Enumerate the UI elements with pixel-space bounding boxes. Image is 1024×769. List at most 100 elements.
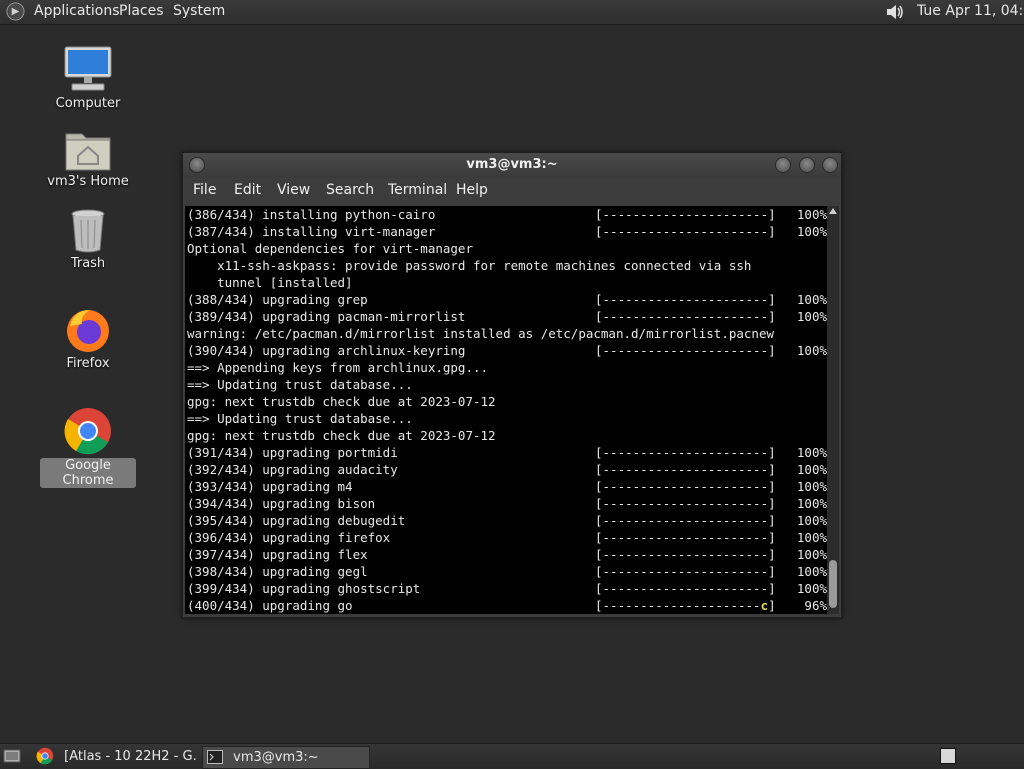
terminal-line: (386/434) installing python-cairo [------… [187,206,827,223]
progress-percent: 100% [796,581,827,596]
terminal-line: (391/434) upgrading portmidi [-----------… [187,444,827,461]
terminal-window[interactable]: vm3@vm3:~ File Edit View Search Terminal… [182,152,842,618]
terminal-line-text: x11-ssh-askpass: provide password for re… [187,258,752,273]
progress-bar-segment: [----------------------] [595,292,776,307]
computer-icon [64,46,112,91]
minimize-button[interactable] [775,157,791,173]
terminal-titlebar[interactable]: vm3@vm3:~ [183,153,841,177]
progress-bar-segment: [----------------------] [595,496,776,511]
progress-bar-segment: [----------------------] [595,309,776,324]
terminal-line-text: (390/434) upgrading archlinux-keyring [187,343,466,358]
menu-places[interactable]: Places [119,3,164,19]
progress-percent: 100% [796,496,827,511]
progress-bar-segment: [--------------------- [595,598,761,613]
terminal-line-text: tunnel [installed] [187,275,353,290]
terminal-line-text: warning: /etc/pacman.d/mirrorlist instal… [187,326,774,341]
terminal-line: (390/434) upgrading archlinux-keyring [--… [187,342,827,359]
terminal-line: (396/434) upgrading firefox [------------… [187,529,827,546]
terminal-lines: (386/434) installing python-cairo [------… [187,206,827,614]
progress-bar-segment: [----------------------] [595,513,776,528]
terminal-line: (389/434) upgrading pacman-mirrorlist [--… [187,308,827,325]
progress-percent: 100% [796,462,827,477]
progress-bar-text: [----------------------] [595,580,776,597]
terminal-line-text: ==> Updating trust database... [187,377,413,392]
desktop-icon-label: Trash [70,256,106,271]
menu-system[interactable]: System [173,3,225,19]
progress-bar-segment: [----------------------] [595,224,776,239]
taskbar-item-terminal[interactable]: vm3@vm3:~ [202,746,370,769]
progress-percent: 100% [796,513,827,528]
terminal-line: (397/434) upgrading flex [---------------… [187,546,827,563]
progress-bar-segment: [----------------------] [595,564,776,579]
desktop-icon-google-chrome[interactable]: Google Chrome [40,406,136,488]
terminal-line-text: (388/434) upgrading grep [187,292,368,307]
menu-search[interactable]: Search [326,182,374,198]
desktop-icon-label: Firefox [66,356,110,371]
desktop-icon-trash[interactable]: Trash [40,208,136,271]
progress-cursor: c [760,598,769,613]
chrome-icon [36,747,54,764]
terminal-output[interactable]: (386/434) installing python-cairo [------… [185,206,827,614]
close-button[interactable] [822,157,838,173]
terminal-line: (392/434) upgrading audacity [-----------… [187,461,827,478]
terminal-line-text: (397/434) upgrading flex [187,547,368,562]
volume-icon[interactable] [884,2,906,22]
firefox-icon [67,310,109,352]
terminal-line: (398/434) upgrading gegl [---------------… [187,563,827,580]
progress-bar-text: [---------------------c] [595,597,776,614]
menu-edit[interactable]: Edit [234,182,261,198]
menu-help[interactable]: Help [456,182,488,198]
progress-bar-text: [----------------------] [595,291,776,308]
progress-bar-segment: [----------------------] [595,530,776,545]
progress-percent: 100% [796,445,827,460]
show-desktop-icon[interactable] [3,748,21,764]
distro-logo-icon[interactable] [6,2,25,21]
progress-bar-text: [----------------------] [595,546,776,563]
desktop-icon-computer[interactable]: Computer [40,44,136,111]
terminal-line-text: (399/434) upgrading ghostscript [187,581,421,596]
terminal-line-text: (400/434) upgrading go [187,598,353,613]
progress-bar-segment: [----------------------] [595,479,776,494]
terminal-line: warning: /etc/pacman.d/mirrorlist instal… [187,325,774,342]
terminal-line-text: (393/434) upgrading m4 [187,479,353,494]
terminal-line: (394/434) upgrading bison [--------------… [187,495,827,512]
menu-view[interactable]: View [277,182,310,198]
scroll-up-arrow-icon[interactable] [829,208,837,214]
window-title: vm3@vm3:~ [466,157,558,172]
terminal-line: (400/434) upgrading go [-----------------… [187,597,827,614]
terminal-line: (399/434) upgrading ghostscript [--------… [187,580,827,597]
terminal-line: (388/434) upgrading grep [---------------… [187,291,827,308]
terminal-line: tunnel [installed] [187,274,774,291]
taskbar-item-label: [Atlas - 10 22H2 - G... [64,749,198,764]
clock[interactable]: Tue Apr 11, 04:23 [917,3,1024,19]
terminal-scrollbar[interactable] [827,206,839,614]
scrollbar-thumb[interactable] [829,560,837,608]
desktop-icon-firefox[interactable]: Firefox [40,306,136,371]
terminal-line: (387/434) installing virt-manager [------… [187,223,827,240]
menu-applications[interactable]: Applications [34,3,120,19]
workspace-switcher[interactable] [940,748,956,764]
terminal-line: ==> Appending keys from archlinux.gpg... [187,359,774,376]
terminal-line-text: (398/434) upgrading gegl [187,564,368,579]
home-folder-icon [65,133,111,171]
taskbar-item-chrome[interactable]: [Atlas - 10 22H2 - G... [36,746,198,767]
desktop-icon-label: Computer [55,96,121,111]
window-menu-button[interactable] [189,157,205,173]
maximize-button[interactable] [799,157,815,173]
taskbar-item-label: vm3@vm3:~ [233,750,319,765]
progress-bar-segment: [----------------------] [595,207,776,222]
desktop-icon-home[interactable]: vm3's Home [40,128,136,189]
terminal-line-text: (392/434) upgrading audacity [187,462,398,477]
menu-terminal[interactable]: Terminal [388,182,447,198]
progress-bar-text: [----------------------] [595,308,776,325]
progress-bar-text: [----------------------] [595,461,776,478]
terminal-line: (395/434) upgrading debugedit [----------… [187,512,827,529]
terminal-line-text: gpg: next trustdb check due at 2023-07-1… [187,428,496,443]
menu-file[interactable]: File [193,182,216,198]
terminal-line-text: ==> Appending keys from archlinux.gpg... [187,360,489,375]
terminal-line-text: (387/434) installing virt-manager [187,224,436,239]
progress-bar-segment: [----------------------] [595,343,776,358]
progress-percent: 100% [796,292,827,307]
desktop-icon-label: vm3's Home [47,174,129,189]
terminal-line: ==> Updating trust database... [187,410,774,427]
